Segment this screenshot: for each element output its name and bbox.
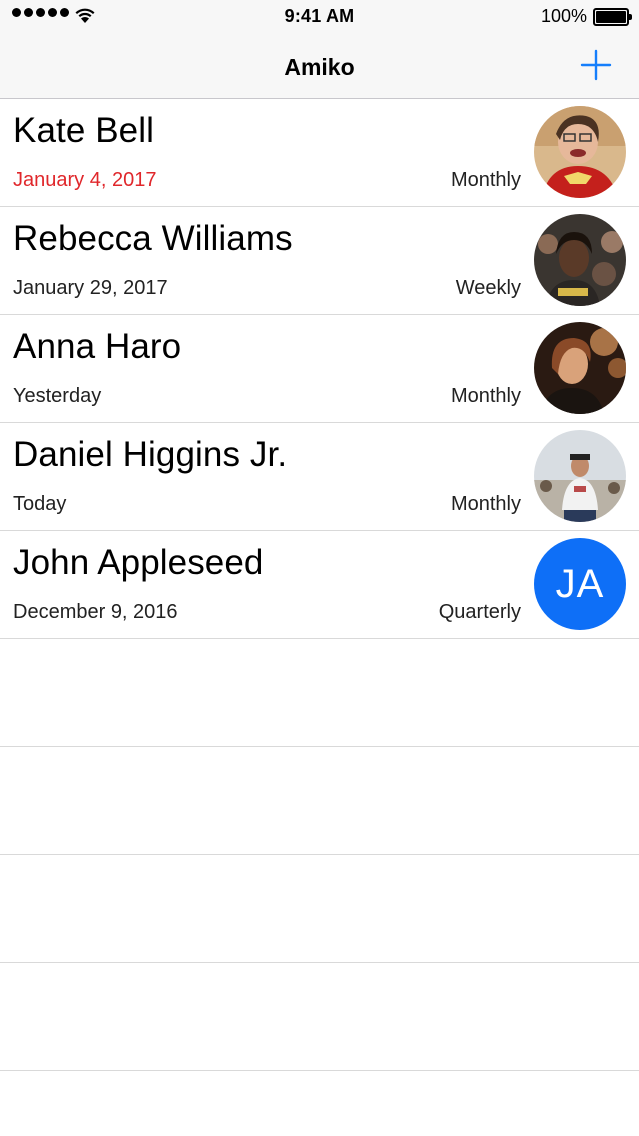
avatar	[534, 106, 626, 198]
contact-row-daniel-higgins-jr[interactable]: Daniel Higgins Jr. Today Monthly	[0, 423, 639, 531]
empty-row	[0, 747, 639, 855]
contact-row-anna-haro[interactable]: Anna Haro Yesterday Monthly	[0, 315, 639, 423]
avatar: JA	[534, 538, 626, 630]
contact-frequency: Monthly	[450, 385, 521, 407]
contact-name: Anna Haro	[13, 327, 182, 366]
contact-frequency: Quarterly	[438, 601, 521, 623]
empty-row	[0, 639, 639, 747]
contact-date: January 29, 2017	[13, 277, 168, 299]
contact-row-kate-bell[interactable]: Kate Bell January 4, 2017 Monthly	[0, 99, 639, 207]
contact-date: January 4, 2017	[13, 169, 157, 191]
battery-percent: 100%	[540, 6, 587, 26]
plus-icon	[580, 49, 612, 81]
avatar	[534, 430, 626, 522]
contact-row-rebecca-williams[interactable]: Rebecca Williams January 29, 2017 Weekly	[0, 207, 639, 315]
contact-date: Yesterday	[13, 385, 102, 407]
avatar	[534, 322, 626, 414]
empty-row	[0, 855, 639, 963]
empty-row	[0, 963, 639, 1071]
battery-icon	[593, 7, 632, 26]
contact-date: December 9, 2016	[13, 601, 178, 623]
contact-row-john-appleseed[interactable]: John Appleseed December 9, 2016 Quarterl…	[0, 531, 639, 639]
contact-name: Kate Bell	[13, 111, 154, 150]
contact-name: Daniel Higgins Jr.	[13, 435, 288, 474]
avatar	[534, 214, 626, 306]
contact-frequency: Monthly	[450, 493, 521, 515]
contacts-list: Kate Bell January 4, 2017 Monthly Rebecc…	[0, 99, 639, 1071]
contact-name: John Appleseed	[13, 543, 264, 582]
status-bar: 9:41 AM 100%	[0, 0, 639, 40]
contact-frequency: Monthly	[450, 169, 521, 191]
contact-frequency: Weekly	[455, 277, 521, 299]
page-title: Amiko	[284, 54, 355, 80]
navigation-bar: Amiko	[0, 40, 639, 99]
contact-date: Today	[13, 493, 67, 515]
contact-name: Rebecca Williams	[13, 219, 293, 258]
avatar-initials: JA	[555, 561, 605, 606]
add-contact-button[interactable]	[579, 48, 613, 82]
